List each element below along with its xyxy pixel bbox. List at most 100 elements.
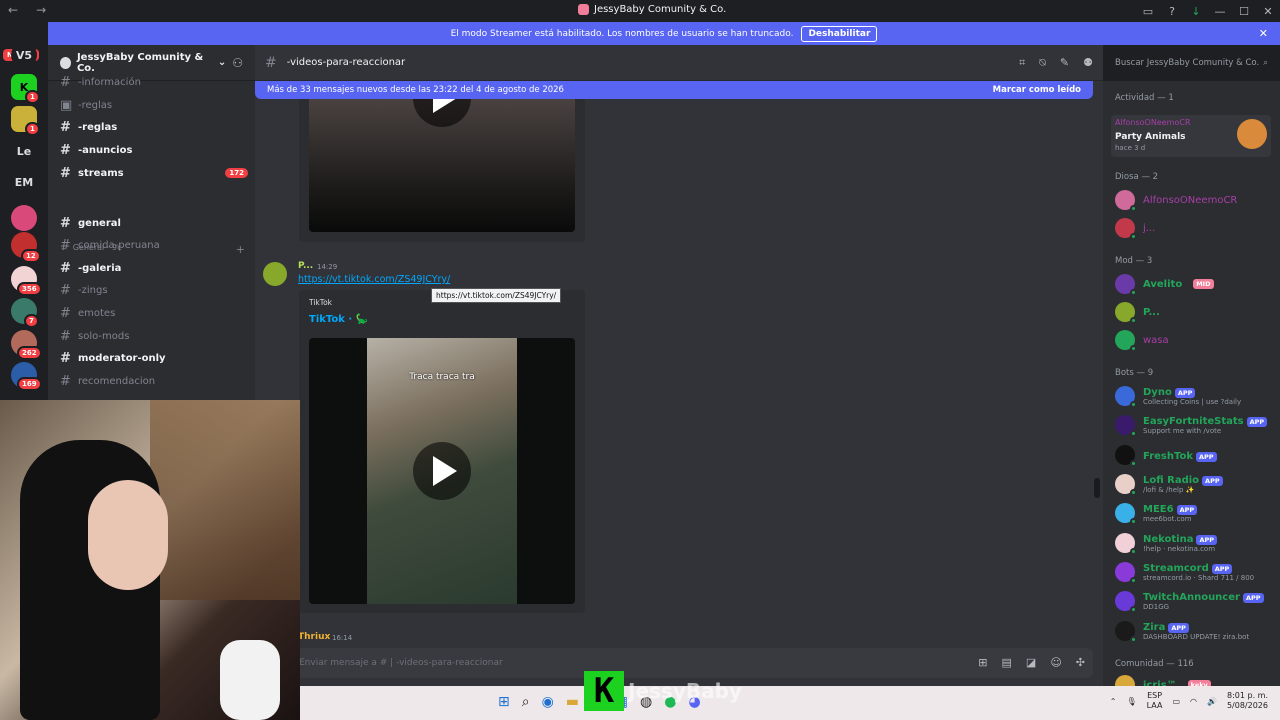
server-em[interactable]: EM <box>11 169 37 195</box>
channel-item[interactable]: # -zings <box>56 280 248 300</box>
channel-name: recomendacion <box>78 375 156 387</box>
inbox-icon[interactable]: ▭ <box>1136 5 1160 18</box>
channel-item[interactable]: # general <box>56 213 248 233</box>
embed-provider: TikTok <box>309 298 333 307</box>
close-button[interactable]: ✕ <box>1256 5 1280 18</box>
activity-card[interactable]: AlfonsoONeemoCR Party Animals hace 3 d <box>1111 115 1271 157</box>
maximize-button[interactable]: ☐ <box>1232 5 1256 18</box>
avatar <box>1115 218 1137 240</box>
emoji-icon[interactable]: ☺ <box>1050 656 1061 669</box>
member-item[interactable]: Zira APP DASHBOARD UPDATE! zira.bot <box>1115 620 1275 643</box>
server-v5[interactable]: V5 <box>11 42 37 68</box>
video-caption: Traca traca tra <box>409 372 475 382</box>
play-icon[interactable] <box>413 99 471 127</box>
wifi-icon[interactable]: ◠ <box>1190 697 1197 706</box>
channel-item[interactable]: # moderator-only <box>56 348 248 368</box>
sticker-icon[interactable]: ◪ <box>1026 656 1036 669</box>
avatar <box>1115 532 1137 555</box>
search-icon[interactable]: ⌕ <box>522 694 530 710</box>
edge-icon[interactable]: ◉ <box>542 694 554 710</box>
member-item[interactable]: Lofi Radio APP/lofi & /help ✨ <box>1115 473 1275 496</box>
member-item[interactable]: Nekotina APP !help · nekotina.com <box>1115 532 1275 555</box>
gift-icon[interactable]: ⊞ <box>978 656 987 669</box>
channel-item[interactable]: # -galeria <box>56 258 248 278</box>
help-icon[interactable]: ? <box>1160 5 1184 18</box>
hash-icon: # <box>60 305 71 321</box>
avatar[interactable] <box>263 262 287 286</box>
clock[interactable]: 8:01 p. m. 5/08/2026 <box>1227 691 1268 711</box>
member-item[interactable]: Streamcord APP streamcord.io · Shard 711 /… <box>1115 561 1275 584</box>
channel-item[interactable]: ▣ -reglas <box>56 95 248 115</box>
app-tag: APP <box>1202 476 1223 486</box>
mark-read-button[interactable]: Marcar como leído <box>993 85 1081 95</box>
channel-name: streams <box>78 167 124 179</box>
mic-icon[interactable]: 🎙 <box>1126 697 1136 706</box>
member-item[interactable]: AlfonsoONeemoCR <box>1115 190 1275 212</box>
member-item[interactable]: P... <box>1115 302 1275 324</box>
gif-icon[interactable]: ▤ <box>1002 656 1012 669</box>
member-item[interactable]: j... <box>1115 218 1275 240</box>
app-tag: APP <box>1196 451 1217 462</box>
embed-title[interactable]: TikTok · 🦕 <box>309 314 368 325</box>
video-thumbnail[interactable] <box>309 99 575 232</box>
hash-icon: # <box>60 282 71 298</box>
back-icon[interactable]: ← <box>8 3 18 17</box>
mute-bell-icon[interactable]: ⍉ <box>1039 56 1046 70</box>
avatar <box>1115 620 1137 643</box>
message-author[interactable]: Thriux <box>298 632 330 642</box>
member-item[interactable]: Dyno APP Collecting Coins | use ?daily <box>1115 385 1275 408</box>
volume-icon[interactable]: 🔊 <box>1207 697 1217 706</box>
play-icon[interactable] <box>413 442 471 500</box>
files-icon[interactable]: ▬ <box>566 694 579 710</box>
member-list: Actividad — 1 AlfonsoONeemoCR Party Anim… <box>1103 81 1280 697</box>
hash-icon: # <box>265 54 277 71</box>
channel-name: solo-mods <box>78 330 130 342</box>
server-avatar-1[interactable] <box>11 205 37 231</box>
add-member-icon[interactable]: ⚇ <box>232 56 243 70</box>
disable-streamer-button[interactable]: Deshabilitar <box>801 25 878 42</box>
channel-item[interactable]: # comida-peruana <box>56 235 248 255</box>
scrollbar[interactable] <box>1094 478 1100 498</box>
members-icon[interactable]: ⚉ <box>1083 56 1093 70</box>
threads-icon[interactable]: ⌗ <box>1019 56 1025 70</box>
download-icon[interactable]: ↓ <box>1184 5 1208 18</box>
apps-icon[interactable]: ✣ <box>1076 656 1085 669</box>
channel-item[interactable]: # emotes <box>56 303 248 323</box>
channel-item[interactable]: # -anuncios <box>56 140 248 160</box>
monitor-icon[interactable]: ▭ <box>1172 697 1180 706</box>
new-messages-bar[interactable]: Más de 33 mensajes nuevos desde las 23:2… <box>255 81 1093 99</box>
streamer-mode-banner: El modo Streamer está habilitado. Los no… <box>48 22 1280 45</box>
channel-item[interactable]: # streams 172 <box>56 163 248 183</box>
chevron-down-icon: ⌄ <box>217 57 227 68</box>
search-input[interactable]: Buscar JessyBaby Comunity & Co. ⌕ <box>1109 52 1274 74</box>
member-item[interactable]: MEE6 APP mee6bot.com <box>1115 502 1275 525</box>
chevron-up-icon[interactable]: ⌃ <box>1110 697 1117 706</box>
server-le[interactable]: Le <box>11 138 37 164</box>
avatar <box>1115 414 1137 437</box>
channel-item[interactable]: # -información <box>56 72 248 92</box>
mention-badge: 169 <box>17 377 42 391</box>
channel-title: -videos-para-reaccionar <box>286 57 406 68</box>
channel-item[interactable]: # recomendacion <box>56 371 248 391</box>
app-tag: APP <box>1196 535 1218 545</box>
channel-item[interactable]: # solo-mods <box>56 326 248 346</box>
channel-item[interactable]: # -reglas <box>56 117 248 137</box>
close-icon[interactable]: ✕ <box>1259 27 1268 40</box>
language-indicator[interactable]: ESP LAA <box>1147 691 1163 711</box>
channel-name: general <box>78 217 121 229</box>
avatar <box>1115 445 1137 467</box>
member-item[interactable]: Avelito MID <box>1115 274 1275 296</box>
unread-badge: 172 <box>225 168 248 178</box>
minimize-button[interactable]: — <box>1208 5 1232 18</box>
message-link[interactable]: https://vt.tiktok.com/ZS49JCYry/ <box>298 274 450 285</box>
forward-icon[interactable]: → <box>36 3 46 17</box>
member-item[interactable]: wasa <box>1115 330 1275 352</box>
message-author[interactable]: P... <box>298 261 313 271</box>
mention-badge: 262 <box>17 346 42 360</box>
pin-icon[interactable]: ✎ <box>1060 56 1069 70</box>
member-item[interactable]: TwitchAnnouncer APP DD1GG <box>1115 590 1275 613</box>
member-item[interactable]: FreshTok APP <box>1115 445 1275 467</box>
member-item[interactable]: EasyFortniteStats APP Support me with /vot… <box>1115 414 1275 437</box>
video-thumbnail[interactable]: Traca traca tra <box>309 338 575 604</box>
windows-start-icon[interactable]: ⊞ <box>498 694 510 710</box>
